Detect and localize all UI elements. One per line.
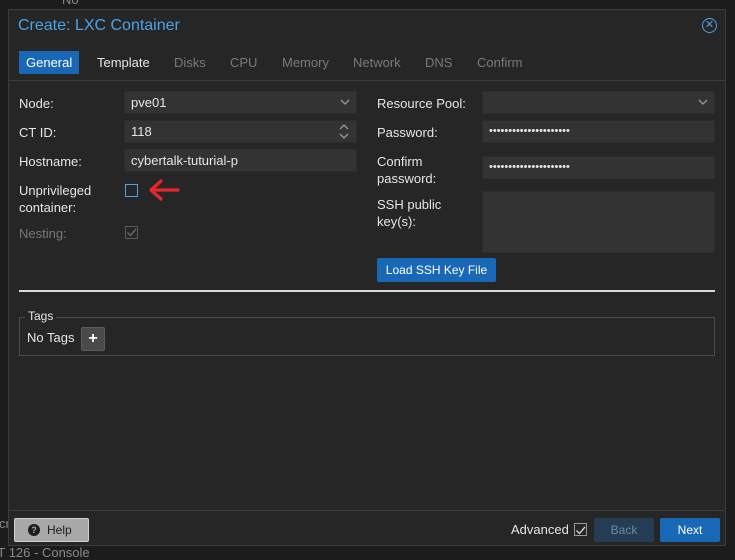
- tab-memory[interactable]: Memory: [275, 51, 336, 74]
- hostname-label: Hostname:: [19, 154, 82, 169]
- resource-pool-label: Resource Pool:: [377, 96, 466, 111]
- section-divider: [19, 290, 715, 292]
- close-icon[interactable]: ✕: [702, 18, 717, 33]
- hostname-value: cybertalk-tuturial-p: [131, 153, 238, 168]
- confirm-password-label: Confirm password:: [377, 154, 437, 186]
- unprivileged-label: Unprivileged container:: [19, 183, 92, 215]
- chevron-down-icon: [340, 92, 350, 121]
- checkmark-icon: [576, 526, 586, 535]
- help-button[interactable]: ? Help: [14, 518, 89, 542]
- add-tag-button[interactable]: +: [81, 327, 105, 351]
- node-label: Node:: [19, 96, 54, 111]
- background-text-top: No: [62, 0, 79, 7]
- background-text-bottom: CT 126 - Console: [0, 545, 90, 560]
- ctid-spinner[interactable]: 118: [124, 120, 357, 143]
- red-arrow-annotation-icon: [149, 179, 180, 201]
- load-ssh-key-button[interactable]: Load SSH Key File: [377, 258, 496, 282]
- unprivileged-checkbox[interactable]: [125, 184, 138, 197]
- checkmark-icon: [127, 228, 137, 237]
- tab-template[interactable]: Template: [90, 51, 157, 74]
- dialog-title: Create: LXC Container: [18, 17, 180, 34]
- password-value: •••••••••••••••••••••: [489, 125, 570, 137]
- dialog-titlebar[interactable]: Create: LXC Container ✕: [9, 10, 725, 44]
- create-lxc-dialog: Create: LXC Container ✕ General Template…: [8, 9, 726, 546]
- password-label: Password:: [377, 125, 438, 140]
- spinner-arrows-icon[interactable]: [339, 123, 349, 140]
- tags-fieldset: [19, 317, 715, 356]
- next-button[interactable]: Next: [660, 518, 720, 542]
- back-button[interactable]: Back: [594, 518, 654, 542]
- password-field[interactable]: •••••••••••••••••••••: [482, 120, 715, 143]
- tab-general[interactable]: General: [19, 51, 80, 74]
- confirm-password-value: •••••••••••••••••••••: [489, 161, 570, 173]
- plus-icon: +: [88, 330, 98, 347]
- ctid-label: CT ID:: [19, 125, 57, 140]
- advanced-label: Advanced: [511, 522, 569, 537]
- question-icon: ?: [28, 524, 40, 536]
- ssh-keys-label: SSH public key(s):: [377, 197, 442, 229]
- nesting-label: Nesting:: [19, 226, 67, 241]
- no-tags-text: No Tags: [27, 330, 75, 345]
- advanced-checkbox[interactable]: [574, 523, 587, 536]
- resource-pool-select[interactable]: [482, 91, 715, 114]
- ssh-keys-textarea[interactable]: [482, 191, 715, 253]
- nesting-checkbox: [125, 226, 138, 239]
- tab-network[interactable]: Network: [346, 51, 408, 74]
- tags-legend: Tags: [25, 309, 57, 323]
- node-value: pve01: [131, 95, 167, 110]
- hostname-input[interactable]: cybertalk-tuturial-p: [124, 149, 357, 172]
- tab-disks[interactable]: Disks: [167, 51, 213, 74]
- tab-cpu[interactable]: CPU: [223, 51, 264, 74]
- wizard-tabs: General Template Disks CPU Memory Networ…: [9, 48, 725, 81]
- tab-confirm[interactable]: Confirm: [470, 51, 530, 74]
- chevron-down-icon: [698, 92, 708, 121]
- confirm-password-field[interactable]: •••••••••••••••••••••: [482, 156, 715, 179]
- tab-dns[interactable]: DNS: [418, 51, 459, 74]
- ctid-value: 118: [131, 124, 152, 139]
- help-label: Help: [47, 523, 72, 537]
- dialog-footer: ? Help Advanced Back Next: [9, 510, 725, 546]
- node-select[interactable]: pve01: [124, 91, 357, 114]
